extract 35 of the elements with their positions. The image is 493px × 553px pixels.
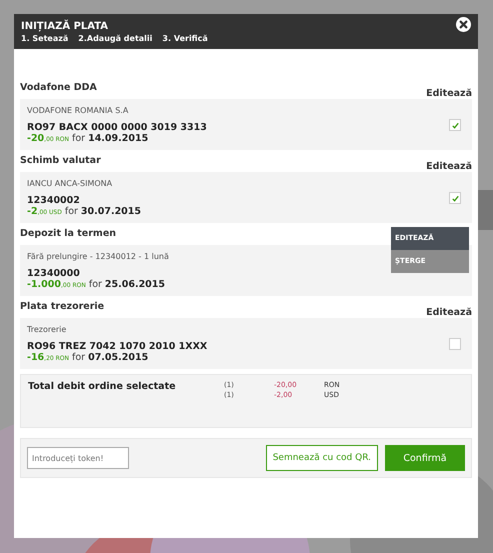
- edit-link[interactable]: Editează: [426, 161, 472, 172]
- modal-title: INIȚIAZĂ PLATA: [21, 20, 110, 32]
- checkbox[interactable]: [449, 192, 461, 204]
- checkbox[interactable]: [449, 338, 461, 350]
- checkbox[interactable]: [449, 119, 461, 131]
- payment-date: 14.09.2015: [88, 133, 148, 144]
- total-label: Total debit ordine selectate: [28, 381, 177, 394]
- for-label: for: [88, 279, 102, 290]
- section-title: Schimb valutar: [20, 155, 101, 166]
- account-number: 12340002: [27, 195, 81, 206]
- beneficiary-name: VODAFONE ROMANIA S.A: [27, 106, 130, 115]
- token-field[interactable]: Introduceți token!: [27, 447, 129, 469]
- payment-date: 25.06.2015: [104, 279, 166, 290]
- section-title: Plata trezorerie: [20, 301, 104, 312]
- edit-link[interactable]: Editează: [426, 88, 472, 99]
- section-title: Vodafone DDA: [20, 82, 97, 93]
- payment-date: 07.05.2015: [88, 352, 148, 363]
- beneficiary-name: IANCU ANCA-SIMONA: [27, 179, 114, 188]
- account-number: RO97 BACX 0000 0000 3019 3313: [27, 122, 207, 133]
- step-label: 2.Adaugă detalii: [78, 34, 152, 42]
- step-label: 3. Verifică: [162, 34, 208, 42]
- for-label: for: [72, 352, 86, 363]
- account-number: 12340000: [27, 268, 81, 279]
- step-label: 1. Setează: [21, 34, 68, 42]
- for-label: for: [64, 206, 78, 217]
- beneficiary-name: Fără prelungire - 12340012 - 1 lună: [27, 252, 169, 261]
- payment-date: 30.07.2015: [80, 206, 142, 217]
- close-icon[interactable]: [456, 17, 471, 32]
- for-label: for: [72, 133, 86, 144]
- edit-link[interactable]: Editează: [426, 307, 472, 318]
- account-number: RO96 TREZ 7042 1070 2010 1XXX: [27, 341, 208, 352]
- qr-sign-button[interactable]: Semnează cu cod QR.: [266, 445, 378, 471]
- beneficiary-name: Trezorerie: [27, 325, 68, 334]
- confirm-button[interactable]: Confirmă: [385, 445, 465, 471]
- section-title: Depozit la termen: [20, 228, 116, 239]
